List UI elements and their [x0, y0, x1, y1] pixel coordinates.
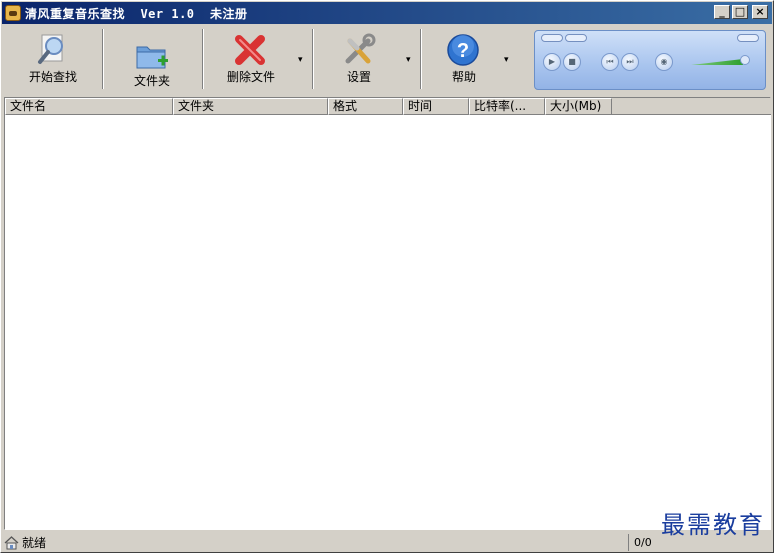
app-window: 清风重复音乐查找 Ver 1.0 未注册 _ □ × 开始查找 文件夹 删除文件… [0, 0, 774, 553]
title-bar[interactable]: 清风重复音乐查找 Ver 1.0 未注册 _ □ × [2, 2, 772, 24]
play-button[interactable]: ▶ [543, 53, 561, 71]
settings-label: 设置 [346, 70, 371, 84]
magnifier-search-icon [38, 34, 63, 64]
toolbar-separator [420, 29, 422, 89]
delete-dropdown-arrow[interactable]: ▾ [298, 55, 303, 65]
next-button[interactable]: ⏭ [621, 53, 639, 71]
column-header-filename[interactable]: 文件名 [5, 98, 173, 115]
toolbar-separator [202, 29, 204, 89]
status-text: 就绪 [22, 536, 47, 550]
player-tab-right[interactable] [565, 34, 587, 42]
column-header-bitrate[interactable]: 比特率(... [469, 98, 545, 115]
file-list[interactable]: 文件名 文件夹 格式 时间 比特率(... 大小(Mb) [4, 97, 771, 530]
column-header-filler [612, 98, 771, 115]
stop-button[interactable]: ■ [563, 53, 581, 71]
column-header-time[interactable]: 时间 [403, 98, 469, 115]
delete-files-button[interactable]: 删除文件 [210, 29, 292, 91]
list-header: 文件名 文件夹 格式 时间 比特率(... 大小(Mb) [5, 98, 771, 115]
settings-button[interactable]: 设置 [320, 29, 398, 91]
tools-settings-icon [345, 33, 376, 64]
toolbar-separator [102, 29, 104, 89]
folder-button[interactable]: 文件夹 [110, 29, 194, 91]
add-folder-icon [136, 46, 168, 69]
toolbar-separator [312, 29, 314, 89]
media-player: ▶ ■ ⏮ ⏭ ◉ [534, 30, 766, 90]
mute-button[interactable]: ◉ [655, 53, 673, 71]
status-bar: 就绪 0/0 [2, 532, 772, 552]
app-icon[interactable] [5, 5, 21, 21]
watermark-text: 最需教育 [661, 511, 765, 539]
start-search-label: 开始查找 [28, 70, 77, 84]
start-search-button[interactable]: 开始查找 [12, 29, 94, 91]
player-tab-corner[interactable] [737, 34, 759, 42]
column-header-folder[interactable]: 文件夹 [173, 98, 328, 115]
column-header-format[interactable]: 格式 [328, 98, 403, 115]
player-tab-left[interactable] [541, 34, 563, 42]
delete-x-icon [235, 35, 265, 65]
help-dropdown-arrow[interactable]: ▾ [504, 55, 509, 65]
maximize-button[interactable]: □ [732, 5, 748, 19]
help-question-icon: ? [447, 34, 479, 66]
close-button[interactable]: × [752, 5, 768, 19]
previous-button[interactable]: ⏮ [601, 53, 619, 71]
folder-label: 文件夹 [133, 74, 170, 88]
volume-slider-knob[interactable] [740, 55, 750, 65]
home-icon [4, 535, 19, 549]
minimize-button[interactable]: _ [714, 5, 730, 19]
toolbar: 开始查找 文件夹 删除文件 ▾ 设置 ▾ ? 帮助 ▾ ▶ ■ ⏮ ⏭ ◉ [2, 25, 772, 95]
help-button[interactable]: ? 帮助 [428, 29, 500, 91]
help-label: 帮助 [451, 70, 476, 84]
column-header-size[interactable]: 大小(Mb) [545, 98, 612, 115]
svg-text:?: ? [457, 40, 469, 62]
settings-dropdown-arrow[interactable]: ▾ [406, 55, 411, 65]
delete-files-label: 删除文件 [226, 70, 275, 84]
volume-slider-track[interactable] [691, 59, 743, 65]
window-title: 清风重复音乐查找 Ver 1.0 未注册 [25, 6, 248, 21]
